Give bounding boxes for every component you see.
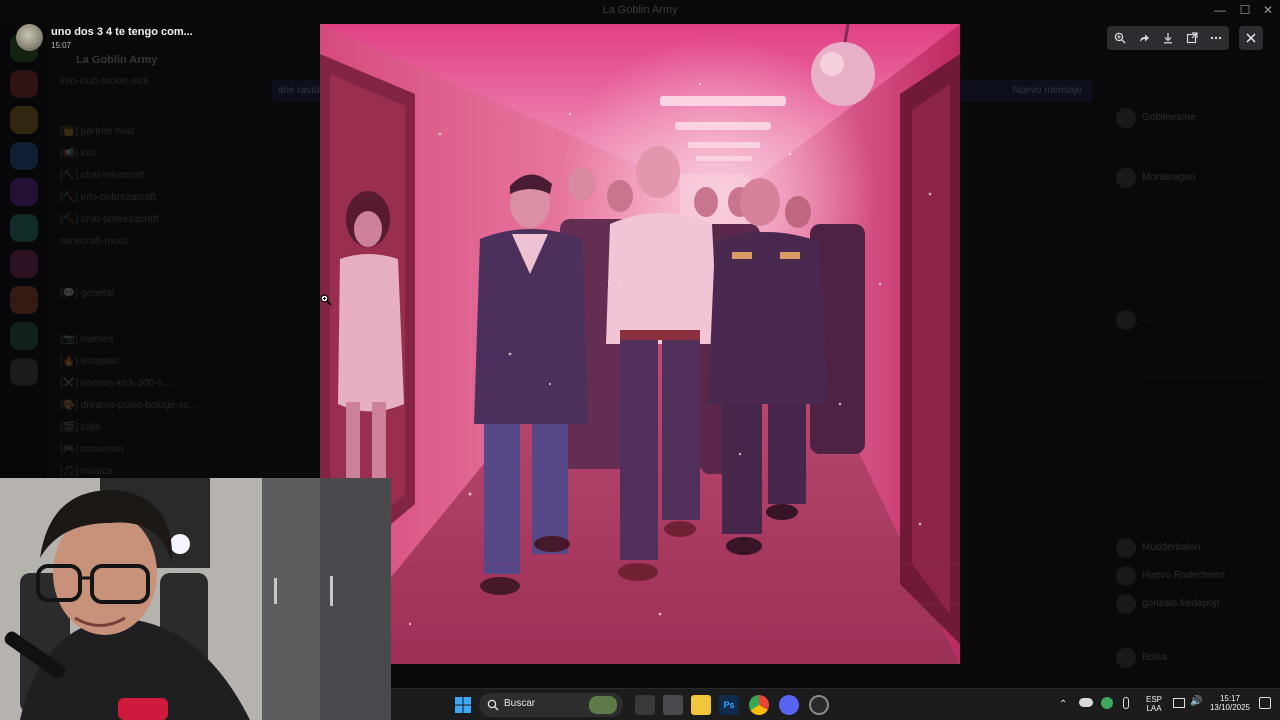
webcam-feed: [0, 478, 391, 720]
app-icon[interactable]: [663, 695, 683, 715]
tray-app-icon[interactable]: [1101, 697, 1113, 709]
banner-new-message: Nuevo mensaje: [1012, 85, 1082, 96]
forward-icon: [1140, 34, 1149, 42]
banner-text: ahe ravidh: [278, 85, 325, 96]
server-icon[interactable]: [10, 106, 38, 134]
avatar: [1116, 594, 1136, 614]
download-button[interactable]: [1159, 29, 1177, 47]
channel-item[interactable]: [🎬] clips: [60, 422, 101, 433]
windows-taskbar: Buscar Ps ⌃ ESP LAA 🔊 15:17 13/10/2025: [391, 688, 1280, 720]
channel-item[interactable]: [👑] partner-host: [60, 126, 135, 137]
member-name: ...: [1142, 314, 1151, 325]
maximize-button[interactable]: ☐: [1233, 0, 1257, 22]
cloud-icon[interactable]: [1079, 698, 1093, 707]
forward-button[interactable]: [1135, 29, 1153, 47]
message-timestamp: 15:07: [51, 41, 72, 50]
download-icon: [1164, 33, 1172, 44]
avatar: [1116, 648, 1136, 668]
channel-item[interactable]: [📷] memes: [60, 334, 114, 345]
zoom-cursor-icon: [320, 294, 332, 306]
channel-item[interactable]: [🔥] listopatic: [60, 356, 120, 367]
clock-date: 13/10/2025: [1209, 703, 1251, 712]
start-button[interactable]: [453, 695, 473, 715]
webcam-overlay: [0, 478, 391, 720]
channel-item[interactable]: info-club-rocket-sick: [60, 76, 149, 87]
window-titlebar: La Goblin Army — ☐ ✕: [0, 0, 1280, 22]
hallway-photo: [320, 24, 960, 664]
message-preview[interactable]: uno dos 3 4 te tengo com...: [51, 26, 193, 38]
clock-time: 15:17: [1219, 694, 1241, 703]
channel-item[interactable]: [📢] info: [60, 148, 97, 159]
file-explorer-icon[interactable]: [691, 695, 711, 715]
server-icon[interactable]: [10, 70, 38, 98]
chrome-icon[interactable]: [749, 695, 769, 715]
windows-logo-icon: [455, 697, 471, 713]
media-image[interactable]: [320, 24, 960, 664]
channel-item[interactable]: minecraft-mods: [60, 236, 129, 247]
window-title: La Goblin Army: [602, 4, 678, 16]
language-code: ESP: [1145, 695, 1162, 704]
open-external-button[interactable]: [1183, 29, 1201, 47]
channel-item[interactable]: [⛏️] chat-minecraft: [60, 170, 144, 181]
zoom-in-icon: [1114, 32, 1126, 44]
search-placeholder: Buscar: [504, 698, 536, 709]
keyboard-layout: LAA: [1146, 704, 1162, 713]
speaker-icon[interactable]: 🔊: [1190, 696, 1202, 707]
clock[interactable]: 15:17 13/10/2025: [1205, 694, 1255, 712]
zoom-in-button[interactable]: [1111, 29, 1129, 47]
search-highlight-icon: [589, 696, 617, 714]
discord-icon[interactable]: [779, 695, 799, 715]
avatar[interactable]: [16, 24, 43, 51]
member-list: Goblinesme Monteragon ... Mudderbalon Hu…: [1096, 22, 1280, 688]
close-viewer-button[interactable]: [1239, 26, 1263, 50]
member-name: Goblinesme: [1142, 112, 1196, 123]
server-icon[interactable]: [10, 178, 38, 206]
microphone-icon[interactable]: [1123, 697, 1129, 709]
server-icon[interactable]: [10, 358, 38, 386]
avatar: [1116, 310, 1136, 330]
language-indicator[interactable]: ESP LAA: [1143, 695, 1165, 713]
member-name: Mudderbalon: [1142, 542, 1201, 553]
avatar: [1116, 538, 1136, 558]
channel-item[interactable]: [🎮] consenso: [60, 444, 124, 455]
task-view-icon[interactable]: [635, 695, 655, 715]
search-icon: [487, 699, 499, 711]
notification-icon[interactable]: [1259, 697, 1271, 709]
member-name: Huevo Rodecheiro: [1142, 570, 1225, 581]
channel-item[interactable]: [🎨] dreamo-pulse-boluge-sc...: [60, 400, 197, 411]
channel-item[interactable]: [⛏️] info-pobrezacraft: [60, 192, 156, 203]
photoshop-icon[interactable]: Ps: [719, 695, 739, 715]
server-icon[interactable]: [10, 142, 38, 170]
channel-item[interactable]: [💬] general: [60, 288, 114, 299]
server-icon[interactable]: [10, 322, 38, 350]
server-icon[interactable]: [10, 214, 38, 242]
taskbar-search[interactable]: Buscar: [479, 693, 623, 717]
server-icon[interactable]: [10, 250, 38, 278]
avatar: [1116, 566, 1136, 586]
more-icon: [1210, 36, 1222, 40]
avatar: [1116, 108, 1136, 128]
channel-item[interactable]: [⛏️] chat-pobrezacraft: [60, 214, 159, 225]
network-icon[interactable]: [1173, 698, 1185, 708]
member-name: Monteragon: [1142, 172, 1196, 183]
media-toolbar: [1107, 26, 1229, 50]
member-name: gonzalo.fredapop: [1142, 598, 1220, 609]
channel-item[interactable]: [🎵] musica: [60, 466, 112, 477]
more-button[interactable]: [1207, 29, 1225, 47]
window-close-button[interactable]: ✕: [1256, 0, 1280, 22]
open-external-icon: [1186, 32, 1198, 44]
server-icon[interactable]: [10, 286, 38, 314]
avatar: [1116, 168, 1136, 188]
chevron-up-icon[interactable]: ⌃: [1059, 699, 1067, 710]
minimize-button[interactable]: —: [1208, 0, 1232, 22]
member-name: Bolsa: [1142, 652, 1168, 663]
close-icon: [1246, 33, 1256, 43]
channel-item[interactable]: [⚔️] sorteos-kick-300-s...: [60, 378, 171, 389]
app-icon[interactable]: [809, 695, 829, 715]
